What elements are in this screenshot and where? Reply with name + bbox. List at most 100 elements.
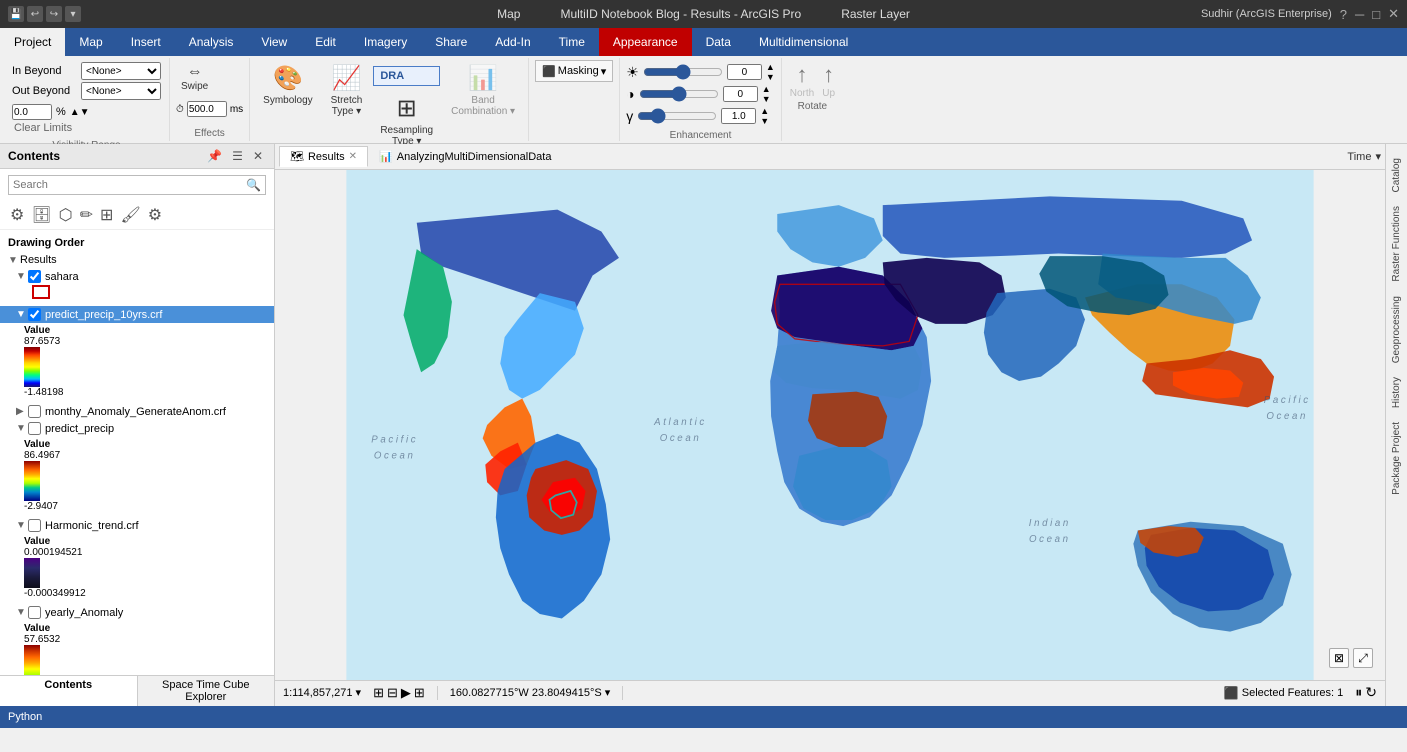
yearly-anomaly-checkbox[interactable] bbox=[28, 606, 41, 619]
nav-btn-2[interactable]: ⊟ bbox=[387, 685, 398, 701]
pencil-tool-btn[interactable]: ✏ bbox=[78, 203, 95, 227]
tab-appearance[interactable]: Appearance bbox=[599, 28, 692, 56]
dra-btn[interactable]: DRA bbox=[373, 66, 440, 86]
in-beyond-select[interactable]: <None> bbox=[81, 62, 161, 80]
tab-share[interactable]: Share bbox=[421, 28, 481, 56]
map-tab-results-close[interactable]: ✕ bbox=[349, 151, 357, 162]
brightness-spinners[interactable]: ▲▼ bbox=[766, 62, 775, 82]
sidebar-history[interactable]: History bbox=[1389, 371, 1404, 414]
yearly-anomaly-item[interactable]: ▼ yearly_Anomaly bbox=[0, 604, 274, 621]
map-tab-results[interactable]: 🗺 Results ✕ bbox=[279, 146, 368, 167]
zoom-extent-btn[interactable]: ⊠ bbox=[1329, 648, 1349, 668]
expand-map-btn[interactable]: ⤢ bbox=[1353, 648, 1373, 668]
percent-input[interactable] bbox=[12, 104, 52, 120]
gamma-input[interactable] bbox=[721, 108, 756, 124]
harmonic-trend-item[interactable]: ▼ Harmonic_trend.crf bbox=[0, 517, 274, 534]
harmonic-max: 0.000194521 bbox=[24, 547, 86, 558]
panel-menu-btn[interactable]: ☰ bbox=[229, 148, 246, 164]
gear-tool-btn[interactable]: ⚙ bbox=[146, 203, 164, 227]
filter-tool-btn[interactable]: ⚙ bbox=[8, 203, 26, 227]
time-input[interactable] bbox=[187, 101, 227, 117]
monthy-anomaly-item[interactable]: ▶ monthy_Anomaly_GenerateAnom.crf bbox=[0, 403, 274, 420]
tab-addin[interactable]: Add-In bbox=[481, 28, 544, 56]
stretch-type-btn[interactable]: 📈 StretchType ▾ bbox=[324, 60, 370, 126]
database-tool-btn[interactable]: 🗄 bbox=[29, 203, 53, 227]
out-beyond-select[interactable]: <None> bbox=[81, 82, 161, 100]
sidebar-catalog[interactable]: Catalog bbox=[1389, 152, 1404, 198]
predict-precip-expand-icon[interactable]: ▼ bbox=[16, 423, 28, 434]
harmonic-expand-icon[interactable]: ▼ bbox=[16, 520, 28, 531]
map-canvas[interactable]: Atlantic Ocean Pacific Ocean Pacific Oce… bbox=[275, 170, 1385, 680]
paint-tool-btn[interactable]: 🖌 bbox=[118, 203, 142, 227]
close-panel-btn[interactable]: ✕ bbox=[250, 148, 266, 164]
tab-imagery[interactable]: Imagery bbox=[350, 28, 421, 56]
sahara-layer-item[interactable]: ▼ sahara bbox=[0, 268, 274, 285]
contents-tab-contents[interactable]: Contents bbox=[0, 676, 138, 706]
band-icon: 📊 bbox=[468, 64, 498, 93]
north-arrow-icon: ↑ bbox=[796, 62, 807, 88]
swipe-btn[interactable]: ⇔ Swipe bbox=[176, 60, 213, 95]
tab-time[interactable]: Time bbox=[545, 28, 599, 56]
harmonic-checkbox[interactable] bbox=[28, 519, 41, 532]
tab-edit[interactable]: Edit bbox=[301, 28, 350, 56]
sahara-checkbox[interactable] bbox=[28, 270, 41, 283]
polygon-tool-btn[interactable]: ⬡ bbox=[57, 203, 75, 227]
monthy-anomaly-checkbox[interactable] bbox=[28, 405, 41, 418]
sidebar-raster-functions[interactable]: Raster Functions bbox=[1389, 200, 1404, 288]
contrast-input[interactable] bbox=[723, 86, 758, 102]
coordinates-dropdown[interactable]: ▾ bbox=[605, 686, 611, 699]
clear-limits-btn[interactable]: Clear Limits bbox=[12, 120, 161, 136]
toolbar-icon-1[interactable]: 💾 bbox=[8, 6, 24, 22]
sahara-expand-icon[interactable]: ▼ bbox=[16, 271, 28, 282]
grid-tool-btn[interactable]: ⊞ bbox=[98, 203, 115, 227]
tab-analysis[interactable]: Analysis bbox=[175, 28, 248, 56]
refresh-btn[interactable]: ↻ bbox=[1365, 684, 1377, 701]
brightness-input[interactable] bbox=[727, 64, 762, 80]
predict-precip-10yrs-item[interactable]: ▼ predict_precip_10yrs.crf bbox=[0, 306, 274, 323]
pause-btn[interactable]: ⏸ bbox=[1355, 684, 1362, 701]
close-btn[interactable]: ✕ bbox=[1388, 6, 1399, 22]
predict-10yrs-expand-icon[interactable]: ▼ bbox=[16, 309, 28, 320]
nav-btn-4[interactable]: ⊞ bbox=[414, 685, 425, 701]
maximize-btn[interactable]: □ bbox=[1372, 7, 1380, 22]
gamma-slider[interactable] bbox=[637, 112, 717, 120]
contrast-slider[interactable] bbox=[639, 90, 719, 98]
sidebar-package-project[interactable]: Package Project bbox=[1389, 416, 1404, 501]
time-control[interactable]: Time ▾ bbox=[1347, 150, 1381, 163]
masking-btn[interactable]: ⬛ Masking ▾ bbox=[535, 60, 613, 82]
toolbar-icon-4[interactable]: ▾ bbox=[65, 6, 81, 22]
contents-tab-spacetimecube[interactable]: Space Time Cube Explorer bbox=[138, 676, 275, 706]
map-tab-analyzing[interactable]: 📊 AnalyzingMultiDimensionalData bbox=[368, 146, 562, 167]
sidebar-geoprocessing[interactable]: Geoprocessing bbox=[1389, 290, 1404, 369]
help-btn[interactable]: ? bbox=[1340, 7, 1347, 22]
results-expand-icon[interactable]: ▼ bbox=[8, 255, 20, 266]
toolbar-icon-3[interactable]: ↪ bbox=[46, 6, 62, 22]
symbology-btn[interactable]: 🎨 Symbology bbox=[256, 60, 319, 126]
search-input[interactable] bbox=[13, 179, 246, 191]
predict-precip-checkbox[interactable] bbox=[28, 422, 41, 435]
tab-view[interactable]: View bbox=[247, 28, 301, 56]
predict-10yrs-checkbox[interactable] bbox=[28, 308, 41, 321]
percent-spinner[interactable]: ▲▼ bbox=[70, 107, 90, 118]
tab-map[interactable]: Map bbox=[65, 28, 116, 56]
resampling-btn[interactable]: ⊞ ResamplingType ▾ bbox=[373, 90, 440, 151]
scale-dropdown[interactable]: ▾ bbox=[356, 686, 362, 699]
tab-multidimensional[interactable]: Multidimensional bbox=[745, 28, 862, 56]
monthy-anomaly-expand-icon[interactable]: ▶ bbox=[16, 406, 28, 417]
band-combination-btn[interactable]: 📊 BandCombination ▾ bbox=[444, 60, 522, 126]
nav-btn-1[interactable]: ⊞ bbox=[373, 685, 384, 701]
pin-btn[interactable]: 📌 bbox=[204, 148, 225, 164]
brightness-slider[interactable] bbox=[643, 68, 723, 76]
yearly-anomaly-expand-icon[interactable]: ▼ bbox=[16, 607, 28, 618]
nav-btn-3[interactable]: ▶ bbox=[401, 685, 411, 701]
toolbar-icon-2[interactable]: ↩ bbox=[27, 6, 43, 22]
minimize-btn[interactable]: ─ bbox=[1355, 7, 1364, 22]
tab-project[interactable]: Project bbox=[0, 28, 65, 56]
gamma-spinners[interactable]: ▲▼ bbox=[760, 106, 769, 126]
masking-icon: ⬛ bbox=[542, 65, 556, 78]
tab-insert[interactable]: Insert bbox=[117, 28, 175, 56]
contrast-spinners[interactable]: ▲▼ bbox=[762, 84, 771, 104]
results-group-item[interactable]: ▼ Results bbox=[0, 252, 274, 268]
tab-data[interactable]: Data bbox=[692, 28, 745, 56]
predict-precip-item[interactable]: ▼ predict_precip bbox=[0, 420, 274, 437]
